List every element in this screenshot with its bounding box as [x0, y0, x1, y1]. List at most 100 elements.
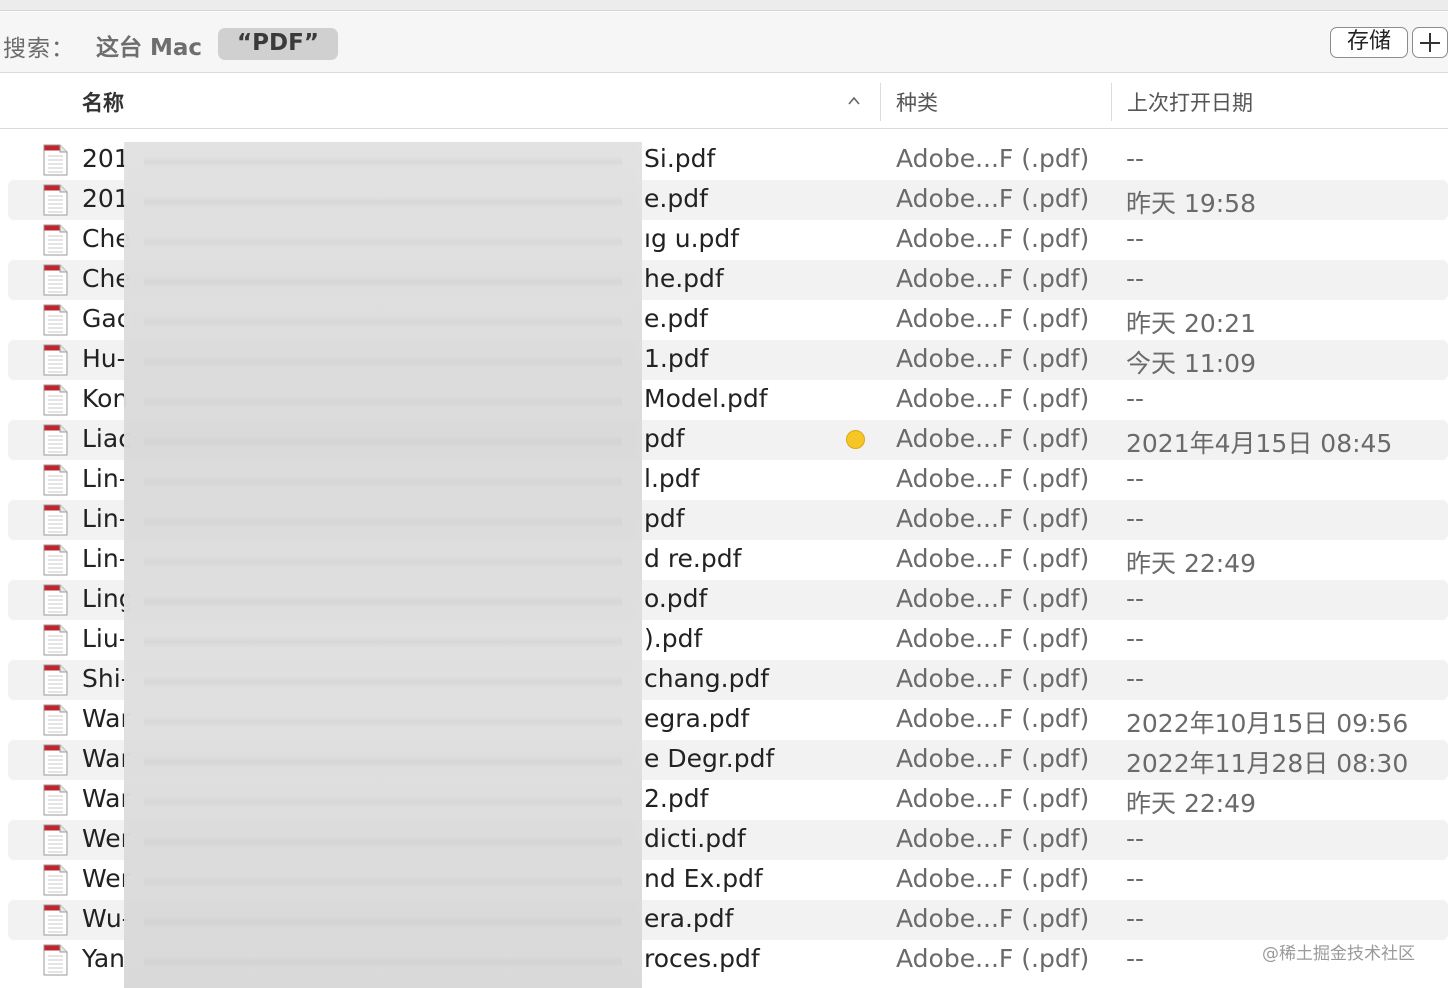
- column-header: 名称 种类 上次打开日期: [0, 74, 1448, 129]
- file-last-opened: --: [1126, 624, 1145, 653]
- pdf-file-icon: [43, 464, 68, 496]
- file-last-opened: 2022年11月28日 08:30: [1126, 749, 1409, 778]
- file-name-end: nd Ex.pdf: [644, 864, 763, 893]
- file-name-start: Gac: [82, 304, 130, 333]
- file-last-opened: 昨天 19:58: [1126, 189, 1256, 218]
- file-kind: Adobe...F (.pdf): [896, 704, 1090, 733]
- file-kind: Adobe...F (.pdf): [896, 784, 1090, 813]
- file-name-end: pdf: [644, 424, 685, 453]
- file-name-start: Wan: [82, 744, 130, 773]
- file-last-opened: 昨天 22:49: [1126, 549, 1256, 578]
- file-last-opened: --: [1126, 864, 1145, 893]
- file-last-opened: --: [1126, 264, 1145, 293]
- file-kind: Adobe...F (.pdf): [896, 224, 1090, 253]
- file-last-opened: 昨天 20:21: [1126, 309, 1256, 338]
- pdf-file-icon: [43, 584, 68, 616]
- file-last-opened: --: [1126, 144, 1145, 173]
- file-kind: Adobe...F (.pdf): [896, 424, 1090, 453]
- file-name-end: Model.pdf: [644, 384, 768, 413]
- pdf-file-icon: [43, 624, 68, 656]
- pdf-file-icon: [43, 824, 68, 856]
- file-name-start: Yan: [82, 944, 125, 973]
- pdf-file-icon: [43, 864, 68, 896]
- file-name-end: era.pdf: [644, 904, 734, 933]
- file-kind: Adobe...F (.pdf): [896, 464, 1090, 493]
- file-name-start: Wer: [82, 864, 130, 893]
- pdf-file-icon: [43, 264, 68, 296]
- file-last-opened: --: [1126, 504, 1145, 533]
- save-search-button[interactable]: 存储: [1330, 27, 1408, 58]
- file-kind: Adobe...F (.pdf): [896, 384, 1090, 413]
- pdf-file-icon: [43, 424, 68, 456]
- pdf-file-icon: [43, 904, 68, 936]
- file-name-start: 201: [82, 144, 130, 173]
- file-kind: Adobe...F (.pdf): [896, 664, 1090, 693]
- file-name-start: Kon: [82, 384, 129, 413]
- file-name-start: Lin-: [82, 504, 128, 533]
- file-name-start: Lin-: [82, 464, 128, 493]
- pdf-file-icon: [43, 944, 68, 976]
- column-divider[interactable]: [880, 83, 881, 121]
- column-header-last-opened[interactable]: 上次打开日期: [1127, 87, 1253, 117]
- file-name-start: Wu-: [82, 904, 130, 933]
- file-kind: Adobe...F (.pdf): [896, 944, 1090, 973]
- pdf-file-icon: [43, 544, 68, 576]
- file-name-start: Ling: [82, 584, 130, 613]
- file-name-end: ıg u.pdf: [644, 224, 740, 253]
- file-name-end: dicti.pdf: [644, 824, 746, 853]
- file-last-opened: 昨天 22:49: [1126, 789, 1256, 818]
- file-name-end: d re.pdf: [644, 544, 742, 573]
- file-kind: Adobe...F (.pdf): [896, 184, 1090, 213]
- file-name-end: 1.pdf: [644, 344, 709, 373]
- file-last-opened: --: [1126, 464, 1145, 493]
- file-kind: Adobe...F (.pdf): [896, 864, 1090, 893]
- file-kind: Adobe...F (.pdf): [896, 344, 1090, 373]
- chevron-up-icon[interactable]: [848, 95, 860, 107]
- window-top-edge: [0, 0, 1448, 11]
- file-last-opened: --: [1126, 824, 1145, 853]
- pdf-file-icon: [43, 144, 68, 176]
- pdf-file-icon: [43, 304, 68, 336]
- column-divider[interactable]: [1111, 83, 1112, 121]
- file-name-end: he.pdf: [644, 264, 724, 293]
- file-name-end: pdf: [644, 504, 685, 533]
- file-last-opened: --: [1126, 384, 1145, 413]
- pdf-file-icon: [43, 704, 68, 736]
- file-name-start: Che: [82, 224, 130, 253]
- column-header-kind[interactable]: 种类: [896, 87, 938, 117]
- file-kind: Adobe...F (.pdf): [896, 144, 1090, 173]
- file-name-start: Wan: [82, 784, 130, 813]
- file-name-end: ).pdf: [644, 624, 703, 653]
- file-name-end: egra.pdf: [644, 704, 750, 733]
- pdf-file-icon: [43, 664, 68, 696]
- file-kind: Adobe...F (.pdf): [896, 584, 1090, 613]
- file-name-end: e.pdf: [644, 304, 708, 333]
- add-criteria-button[interactable]: [1412, 27, 1448, 58]
- redacted-filenames-blur: [124, 142, 642, 988]
- file-kind: Adobe...F (.pdf): [896, 264, 1090, 293]
- file-name-start: Shi-: [82, 664, 130, 693]
- file-name-start: Wer: [82, 824, 130, 853]
- file-name-start: Che: [82, 264, 130, 293]
- scope-this-mac-button[interactable]: 这台 Mac: [96, 28, 202, 62]
- file-name-end: Si.pdf: [644, 144, 716, 173]
- pdf-file-icon: [43, 504, 68, 536]
- file-kind: Adobe...F (.pdf): [896, 624, 1090, 653]
- file-kind: Adobe...F (.pdf): [896, 824, 1090, 853]
- file-last-opened: 今天 11:09: [1126, 349, 1256, 378]
- file-name-start: Liu-: [82, 624, 128, 653]
- file-last-opened: --: [1126, 224, 1145, 253]
- file-last-opened: --: [1126, 664, 1145, 693]
- watermark: @稀土掘金技术社区: [1262, 944, 1415, 964]
- file-name-end: chang.pdf: [644, 664, 770, 693]
- column-header-name[interactable]: 名称: [82, 87, 124, 117]
- file-name-end: 2.pdf: [644, 784, 709, 813]
- search-label: 搜索：: [3, 36, 75, 62]
- file-name-end: e Degr.pdf: [644, 744, 775, 773]
- file-kind: Adobe...F (.pdf): [896, 744, 1090, 773]
- yellow-tag-icon: [846, 430, 865, 449]
- scope-pdf-button[interactable]: “PDF”: [218, 28, 338, 60]
- pdf-file-icon: [43, 224, 68, 256]
- file-last-opened: 2021年4月15日 08:45: [1126, 429, 1393, 458]
- file-name-end: roces.pdf: [644, 944, 760, 973]
